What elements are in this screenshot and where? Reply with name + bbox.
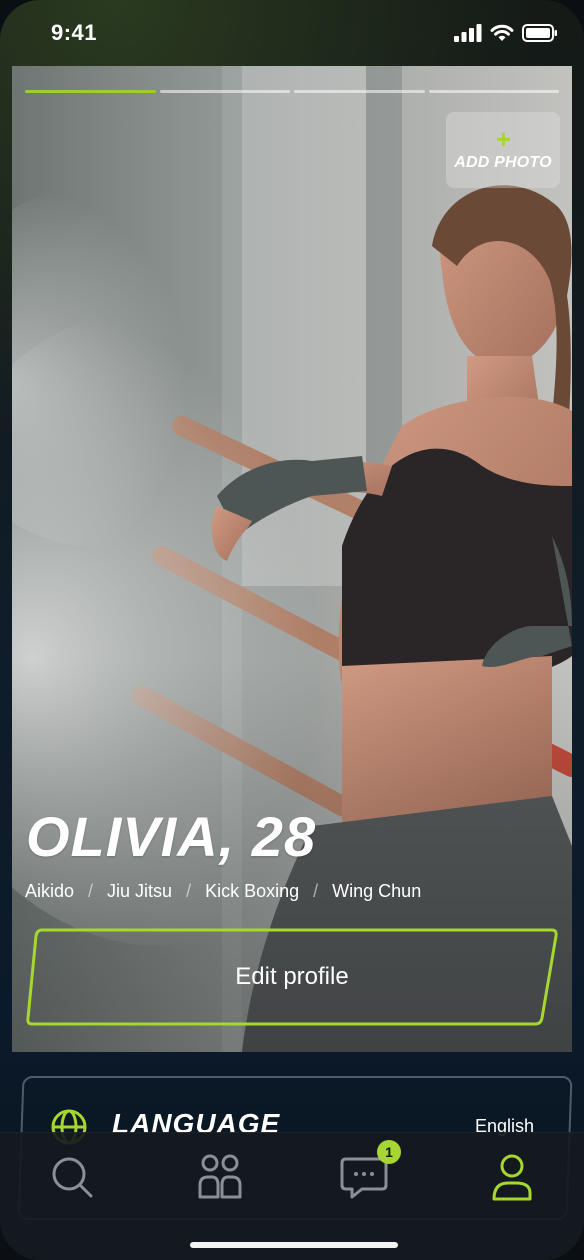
separator: / xyxy=(186,881,192,901)
tab-groups[interactable] xyxy=(190,1147,250,1207)
edit-profile-button[interactable]: Edit profile xyxy=(26,928,558,1026)
profile-screen: 9:41 + ADD PHOTO OLIVIA, 28 Aikido / Jiu… xyxy=(0,0,584,1260)
discipline-tag: Aikido xyxy=(25,881,75,901)
add-photo-label: ADD PHOTO xyxy=(454,154,552,171)
discipline-tag: Wing Chun xyxy=(332,881,422,901)
edit-profile-label: Edit profile xyxy=(235,963,349,990)
discipline-tag: Jiu Jitsu xyxy=(107,881,173,901)
photo-progress-segment xyxy=(294,90,425,93)
search-icon xyxy=(52,1157,93,1198)
tab-search[interactable] xyxy=(42,1147,102,1207)
discipline-tag: Kick Boxing xyxy=(205,881,300,901)
separator: / xyxy=(313,881,319,901)
plus-icon: + xyxy=(495,124,511,154)
discipline-list: Aikido / Jiu Jitsu / Kick Boxing / Wing … xyxy=(25,881,421,902)
chat-unread-badge: 1 xyxy=(377,1140,401,1164)
tab-profile[interactable] xyxy=(482,1147,542,1207)
profile-photo xyxy=(12,66,572,1052)
photo-progress-segment xyxy=(25,90,156,93)
status-icons xyxy=(454,24,558,42)
battery-icon xyxy=(522,24,557,42)
groups-icon xyxy=(198,1154,242,1199)
profile-name: OLIVIA, 28 xyxy=(26,805,317,868)
photo-progress xyxy=(25,90,559,93)
photo-progress-segment xyxy=(159,90,290,93)
profile-icon xyxy=(492,1154,532,1201)
add-photo-button[interactable]: + ADD PHOTO xyxy=(446,112,560,188)
wifi-icon xyxy=(490,24,514,41)
photo-progress-segment xyxy=(428,90,559,93)
home-indicator xyxy=(190,1242,398,1248)
separator: / xyxy=(88,881,94,901)
tab-bar xyxy=(0,1132,584,1260)
signal-icon xyxy=(454,24,482,42)
status-time: 9:41 xyxy=(51,20,98,45)
profile-photo-card[interactable]: + ADD PHOTO OLIVIA, 28 Aikido / Jiu Jits… xyxy=(12,66,572,1052)
